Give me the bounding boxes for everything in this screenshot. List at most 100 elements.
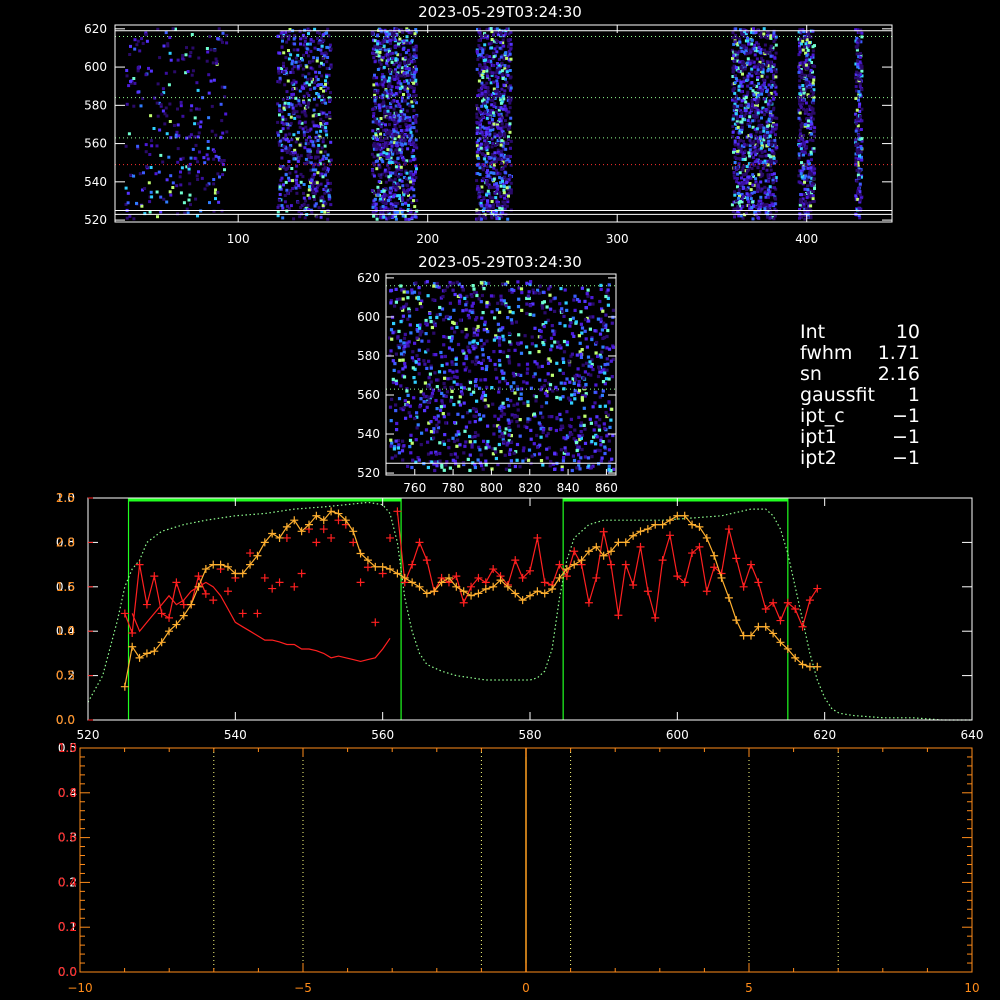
slit-heatmap-pixel	[539, 459, 544, 463]
top-heatmap-pixel	[196, 160, 200, 164]
slit-heatmap-pixel	[492, 424, 496, 428]
top-heatmap-pixel	[301, 58, 304, 62]
slit-heatmap-pixel	[434, 353, 438, 357]
top-heatmap-pixel	[378, 45, 382, 49]
top-heatmap-pixel	[755, 127, 759, 131]
top-heatmap-pixel	[503, 119, 507, 123]
top-heatmap-pixel	[751, 89, 755, 93]
top-heatmap-pixel	[490, 215, 494, 218]
top-heatmap-pixel	[772, 156, 776, 160]
top-heatmap-pixel	[373, 60, 377, 64]
top-heatmap-pixel	[494, 89, 498, 93]
slit-heatmap-pixel	[513, 391, 517, 395]
top-heatmap-pixel	[386, 148, 390, 152]
top-heatmap-pixel	[312, 56, 316, 60]
top-heatmap-pixel	[373, 116, 377, 120]
top-heatmap-pixel	[478, 117, 482, 121]
top-heatmap-pixel	[133, 47, 137, 51]
top-heatmap-pixel	[854, 160, 858, 164]
top-heatmap-pixel	[415, 199, 419, 202]
top-heatmap-pixel	[858, 55, 862, 59]
top-heatmap-pixel	[205, 47, 209, 50]
top-heatmap-pixel	[277, 66, 280, 70]
top-heatmap-pixel	[860, 158, 864, 162]
top-heatmap-pixel	[184, 53, 188, 57]
top-heatmap-pixel	[494, 168, 498, 172]
top-heatmap-pixel	[770, 139, 774, 143]
top-heatmap-pixel	[132, 217, 136, 221]
slit-heatmap-pixel	[443, 288, 447, 292]
top-heatmap-pixel	[320, 44, 324, 48]
top-heatmap-pixel	[216, 172, 220, 176]
top-heatmap-pixel	[487, 60, 490, 63]
top-heatmap-pixel	[377, 129, 380, 133]
top-heatmap-pixel	[325, 75, 329, 79]
top-heatmap-pixel	[299, 206, 303, 209]
slit-heatmap-pixel	[606, 303, 610, 307]
top-heatmap-pixel	[811, 49, 815, 53]
slit-heatmap-pixel	[417, 458, 421, 462]
top-heatmap-pixel	[125, 74, 129, 78]
top-heatmap-pixel	[812, 78, 816, 82]
top-heatmap-pixel	[391, 75, 395, 78]
top-heatmap-pixel	[767, 117, 771, 121]
top-heatmap-pixel	[285, 40, 289, 44]
slit-heatmap-pixel	[595, 435, 599, 439]
top-heatmap-pixel	[214, 57, 218, 61]
top-heatmap-pixel	[187, 167, 191, 171]
figure-canvas: 2023-05-29T03:24:30 100 200 300 40052054056…	[56, 3, 984, 995]
top-heatmap-pixel	[311, 114, 315, 118]
top-heatmap-pixel	[805, 207, 809, 211]
top-heatmap-pixel	[857, 117, 860, 121]
top-heatmap-pixel	[374, 202, 378, 206]
top-heatmap-pixel	[407, 203, 410, 207]
top-heatmap-pixel	[739, 80, 743, 84]
top-heatmap-pixel	[737, 69, 741, 73]
top-heatmap-pixel	[857, 98, 860, 102]
top-heatmap-pixel	[324, 126, 328, 130]
top-heatmap-pixel	[176, 107, 179, 111]
top-heatmap-pixel	[409, 56, 413, 60]
top-heatmap-pixel	[411, 94, 415, 98]
top-heatmap-pixel	[768, 134, 772, 138]
slit-heatmap-pixel	[458, 318, 462, 322]
top-heatmap-pixel	[305, 51, 309, 55]
top-heatmap-pixel	[324, 157, 328, 160]
top-heatmap-pixel	[306, 193, 310, 197]
slit-heatmap-pixel	[525, 302, 529, 306]
top-heatmap-pixel	[286, 126, 290, 130]
top-heatmap-pixel	[304, 199, 308, 203]
top-heatmap-pixel	[736, 104, 740, 108]
top-heatmap-pixel	[414, 143, 418, 147]
top-heatmap-pixel	[402, 193, 406, 197]
top-heatmap-pixel	[856, 71, 860, 75]
slit-heatmap-pixel	[579, 310, 583, 314]
top-heatmap-pixel	[296, 201, 300, 204]
top-heatmap-pixel	[391, 117, 395, 121]
slit-heatmap-pixel	[508, 468, 512, 472]
top-heatmap-pixel	[408, 176, 411, 180]
top-heatmap-pixel	[193, 116, 197, 120]
top-heatmap-pixel	[738, 37, 742, 41]
slit-heatmap-pixel	[454, 433, 458, 437]
top-heatmap-pixel	[403, 201, 407, 205]
slit-heatmap-pixel	[433, 323, 437, 328]
top-heatmap-pixel	[317, 113, 321, 116]
top-heatmap-pixel	[763, 207, 767, 211]
top-heatmap-pixel	[755, 41, 759, 45]
slit-heatmap-pixel	[563, 446, 567, 450]
top-heatmap-pixel	[302, 196, 306, 200]
top-heatmap-pixel	[325, 178, 329, 182]
top-heatmap-pixel	[383, 48, 387, 52]
top-heatmap-pixel	[766, 102, 770, 106]
top-heatmap-pixel	[480, 130, 484, 134]
top-heatmap-pixel	[494, 196, 498, 200]
top-heatmap-pixel	[371, 107, 375, 111]
top-heatmap-pixel	[497, 202, 501, 206]
top-panel-pixels	[124, 27, 864, 221]
top-heatmap-pixel	[413, 98, 416, 102]
top-heatmap-pixel	[811, 93, 815, 97]
top-heatmap-pixel	[769, 54, 773, 58]
top-heatmap-pixel	[765, 168, 769, 172]
top-heatmap-pixel	[287, 37, 291, 41]
